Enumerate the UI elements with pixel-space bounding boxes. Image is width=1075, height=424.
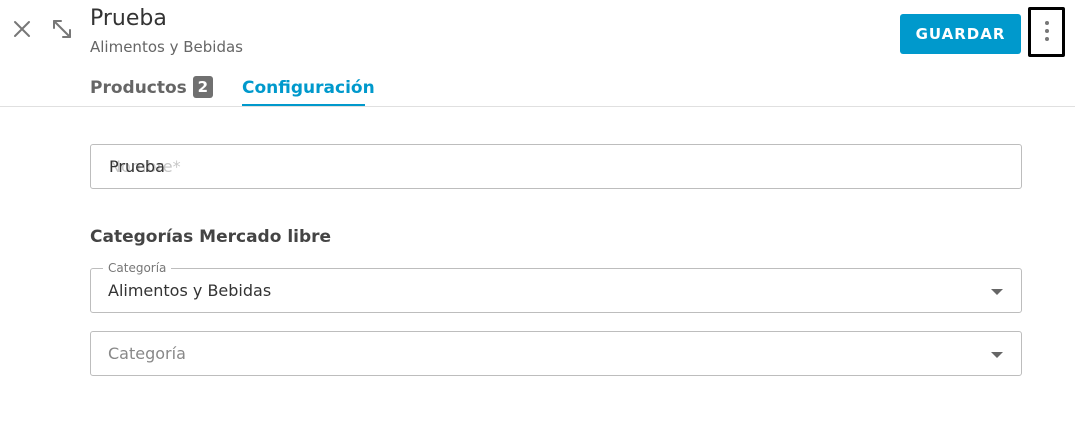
section-title: Categorías Mercado libre <box>90 227 332 247</box>
expand-icon <box>53 20 71 38</box>
name-field-value: Prueba <box>109 157 165 176</box>
tab-configuracion[interactable]: Configuración <box>242 76 375 100</box>
expand-button[interactable] <box>50 17 74 41</box>
tab-label: Productos <box>90 78 187 98</box>
close-button[interactable] <box>10 17 34 41</box>
subcategory-select[interactable]: Categoría <box>90 331 1022 376</box>
chevron-down-icon <box>991 352 1003 358</box>
close-icon <box>14 21 30 37</box>
name-field[interactable]: Nombre* Prueba <box>90 144 1022 189</box>
tab-productos[interactable]: Productos 2 <box>90 76 213 100</box>
tabs-divider <box>0 106 1075 107</box>
category-select-value: Alimentos y Bebidas <box>108 281 272 300</box>
panel: Prueba Alimentos y Bebidas GUARDAR Produ… <box>0 0 1075 424</box>
save-button[interactable]: GUARDAR <box>900 14 1021 54</box>
count-badge: 2 <box>192 76 213 98</box>
category-select[interactable]: Categoría Alimentos y Bebidas <box>90 261 1022 313</box>
page-subtitle: Alimentos y Bebidas <box>90 38 243 56</box>
tab-label: Configuración <box>242 78 375 98</box>
page-title: Prueba <box>90 6 167 31</box>
category-select-label: Categoría <box>103 261 172 275</box>
more-options-button[interactable] <box>1028 7 1065 57</box>
chevron-down-icon <box>991 289 1003 295</box>
subcategory-select-placeholder: Categoría <box>108 344 186 363</box>
